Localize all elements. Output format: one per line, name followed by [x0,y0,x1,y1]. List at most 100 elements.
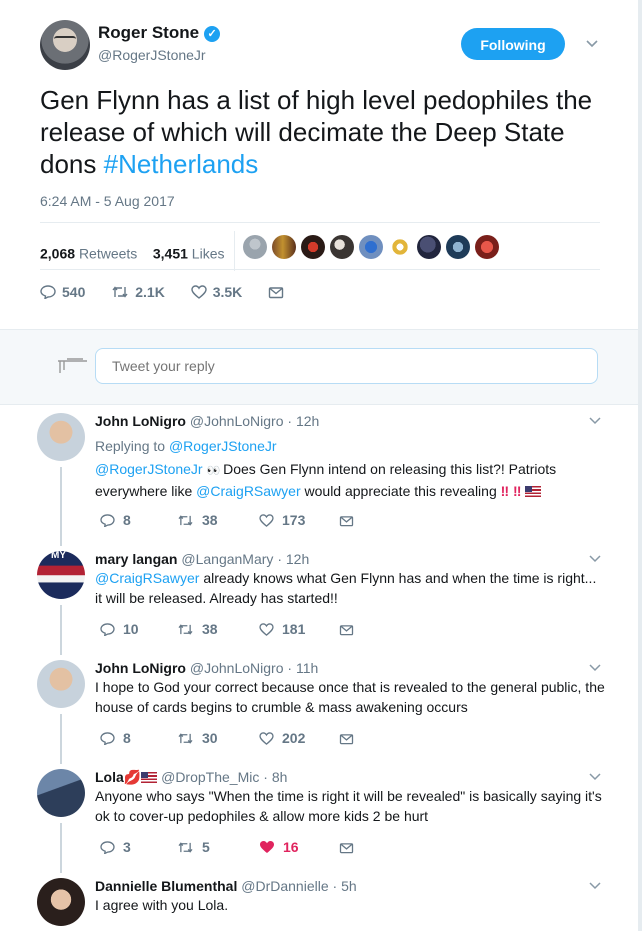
reply-author-name[interactable]: mary langan [95,551,177,567]
reply-text-part: Anyone who says "When the time is right … [95,788,602,824]
chevron-down-icon[interactable] [589,878,601,893]
mention-link[interactable]: @RogerJStoneJr [95,461,203,477]
thread-line [60,823,62,873]
author-name-row[interactable]: Roger Stone ✓ [98,23,221,43]
reply-text: @RogerJStoneJr 👀 Does Gen Flynn intend o… [95,459,605,501]
envelope-icon [268,284,284,301]
reply-count: 10 [123,621,139,637]
reply-icon [100,839,115,856]
tweet-header: Roger Stone ✓ @RogerJStoneJr Following [40,20,610,70]
liker-avatar[interactable] [330,235,354,259]
mention-link[interactable]: @CraigRSawyer [95,570,199,586]
avatar[interactable] [37,878,85,926]
tweet-timestamp[interactable]: 6:24 AM - 5 Aug 2017 [40,193,175,209]
eyes-emoji-icon: 👀 [206,465,220,477]
liker-avatar[interactable] [301,235,325,259]
envelope-icon [339,621,354,638]
avatar[interactable]: MY [37,551,85,599]
like-button[interactable]: 173 [259,512,305,529]
reply-time[interactable]: 8h [272,769,288,785]
reply-header: John LoNigro @JohnLoNigro · 12h [95,413,319,429]
retweet-button[interactable]: 5 [177,839,210,856]
mention-link[interactable]: @CraigRSawyer [196,483,300,499]
reply-button[interactable]: 8 [100,512,131,529]
reply-author-handle[interactable]: @LanganMary [181,551,273,567]
direct-message-button[interactable] [339,730,362,747]
reply-time[interactable]: 5h [341,878,357,894]
retweets-stat[interactable]: 2,068 Retweets [40,246,137,262]
direct-message-button[interactable] [339,839,362,856]
like-button[interactable]: 202 [259,730,305,747]
divider [40,222,600,223]
avatar[interactable] [37,413,85,461]
direct-message-button[interactable] [268,284,290,301]
retweet-button[interactable]: 38 [177,621,218,638]
liker-avatar[interactable] [388,235,412,259]
chevron-down-icon[interactable] [589,769,601,784]
reply-author-name[interactable]: Dannielle Blumenthal [95,878,237,894]
likes-stat[interactable]: 3,451 Likes [153,246,225,262]
avatar[interactable] [40,20,90,70]
reply-button[interactable]: 540 [40,284,85,301]
reply-time[interactable]: 12h [286,551,309,567]
reply-button[interactable]: 8 [100,730,131,747]
reply-author-name[interactable]: John LoNigro [95,413,186,429]
chevron-down-icon[interactable] [589,660,601,675]
mention-link[interactable]: @RogerJStoneJr [169,438,277,454]
reply-text: Anyone who says "When the time is right … [95,786,605,826]
following-button[interactable]: Following [461,28,565,60]
direct-message-button[interactable] [339,512,362,529]
reply-text-part: would appreciate this revealing [300,483,501,499]
reply-time[interactable]: 12h [296,413,319,429]
retweet-button[interactable]: 38 [177,512,218,529]
liker-avatar[interactable] [417,235,441,259]
avatar[interactable] [37,660,85,708]
tweet-stats: 2,068 Retweets 3,451 Likes [40,231,245,271]
reply-author-handle[interactable]: @JohnLoNigro [190,660,284,676]
like-button[interactable]: 3.5K [191,284,242,301]
reply-author-name[interactable]: Lola [95,769,124,785]
us-flag-icon [525,486,542,497]
chevron-down-icon[interactable] [589,413,601,428]
liker-avatar[interactable] [243,235,267,259]
reply-button[interactable]: 10 [100,621,139,638]
like-button[interactable]: 16 [259,839,299,856]
like-button[interactable]: 181 [259,621,305,638]
author-name[interactable]: Roger Stone [98,23,199,42]
reply-author-handle[interactable]: @DropThe_Mic [161,769,259,785]
replying-to: Replying to @RogerJStoneJr [95,436,605,456]
retweet-icon [177,839,194,856]
envelope-icon [339,839,354,856]
liker-avatar[interactable] [446,235,470,259]
hashtag-link[interactable]: #Netherlands [104,149,259,179]
thread-line [60,467,62,546]
heart-filled-icon [259,839,275,856]
avatar[interactable] [37,769,85,817]
liker-avatar[interactable] [359,235,383,259]
author-handle[interactable]: @RogerJStoneJr [98,47,206,63]
retweet-count: 38 [202,512,218,528]
reply-input[interactable] [95,348,598,384]
my-avatar[interactable] [57,356,89,376]
reply-time-row: · 11h [287,660,319,676]
chevron-down-icon[interactable] [585,36,599,50]
reply-author-name[interactable]: John LoNigro [95,660,186,676]
reply-author-handle[interactable]: @JohnLoNigro [190,413,284,429]
reply-count: 8 [123,512,131,528]
retweet-button[interactable]: 2.1K [111,284,165,301]
avatar-text: MY [51,551,66,561]
reply-button[interactable]: 3 [100,839,131,856]
liker-avatar[interactable] [475,235,499,259]
page-edge [638,0,642,931]
divider [234,231,236,271]
reply-time[interactable]: 11h [296,660,318,676]
direct-message-button[interactable] [339,621,362,638]
liker-avatar[interactable] [272,235,296,259]
chevron-down-icon[interactable] [589,551,601,566]
reply-author-handle[interactable]: @DrDannielle [241,878,328,894]
retweet-count: 30 [202,730,218,746]
retweet-count: 38 [202,621,218,637]
retweet-button[interactable]: 30 [177,730,218,747]
tweet-actions: 540 2.1K 3.5K [40,284,312,301]
us-flag-icon [141,772,158,783]
